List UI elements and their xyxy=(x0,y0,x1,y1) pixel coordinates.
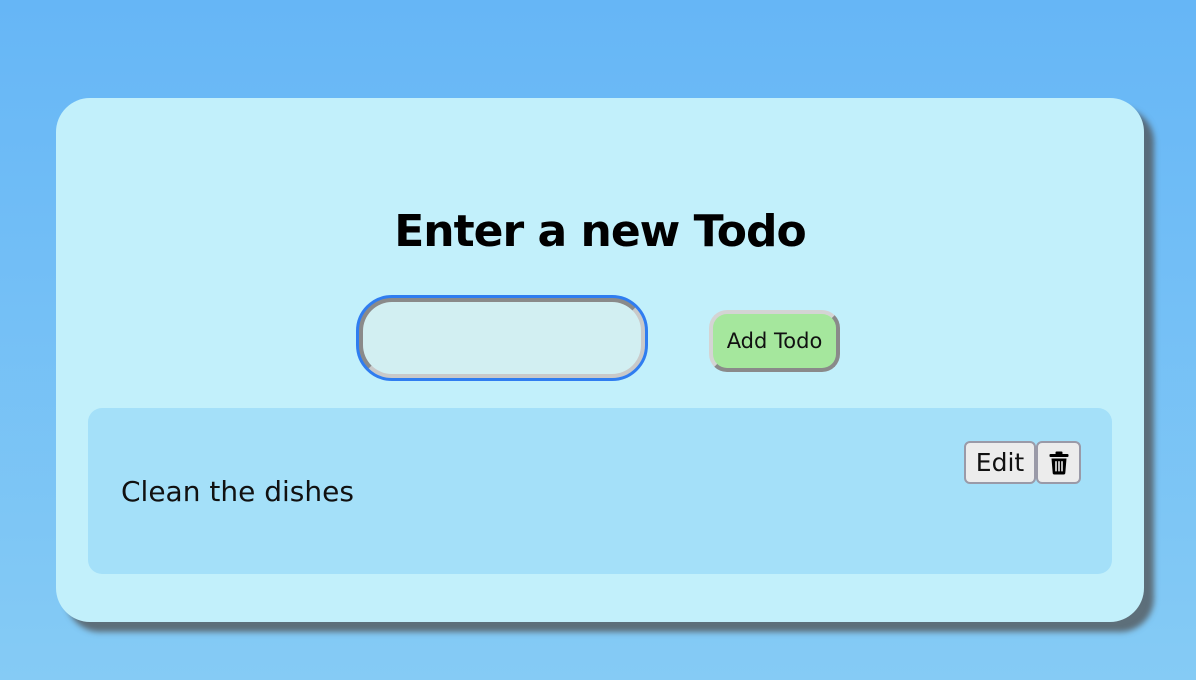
todo-input[interactable] xyxy=(356,295,648,381)
todo-item-text: Clean the dishes xyxy=(121,475,354,508)
add-todo-button[interactable]: Add Todo xyxy=(709,310,840,372)
todo-list: Clean the dishes Edit xyxy=(88,408,1112,574)
todo-item-actions: Edit xyxy=(964,441,1081,484)
edit-button[interactable]: Edit xyxy=(964,441,1036,484)
todo-card: Enter a new Todo Add Todo Clean the dish… xyxy=(56,98,1144,622)
delete-button[interactable] xyxy=(1036,441,1081,484)
trash-icon xyxy=(1049,451,1069,475)
page-title: Enter a new Todo xyxy=(394,206,807,257)
